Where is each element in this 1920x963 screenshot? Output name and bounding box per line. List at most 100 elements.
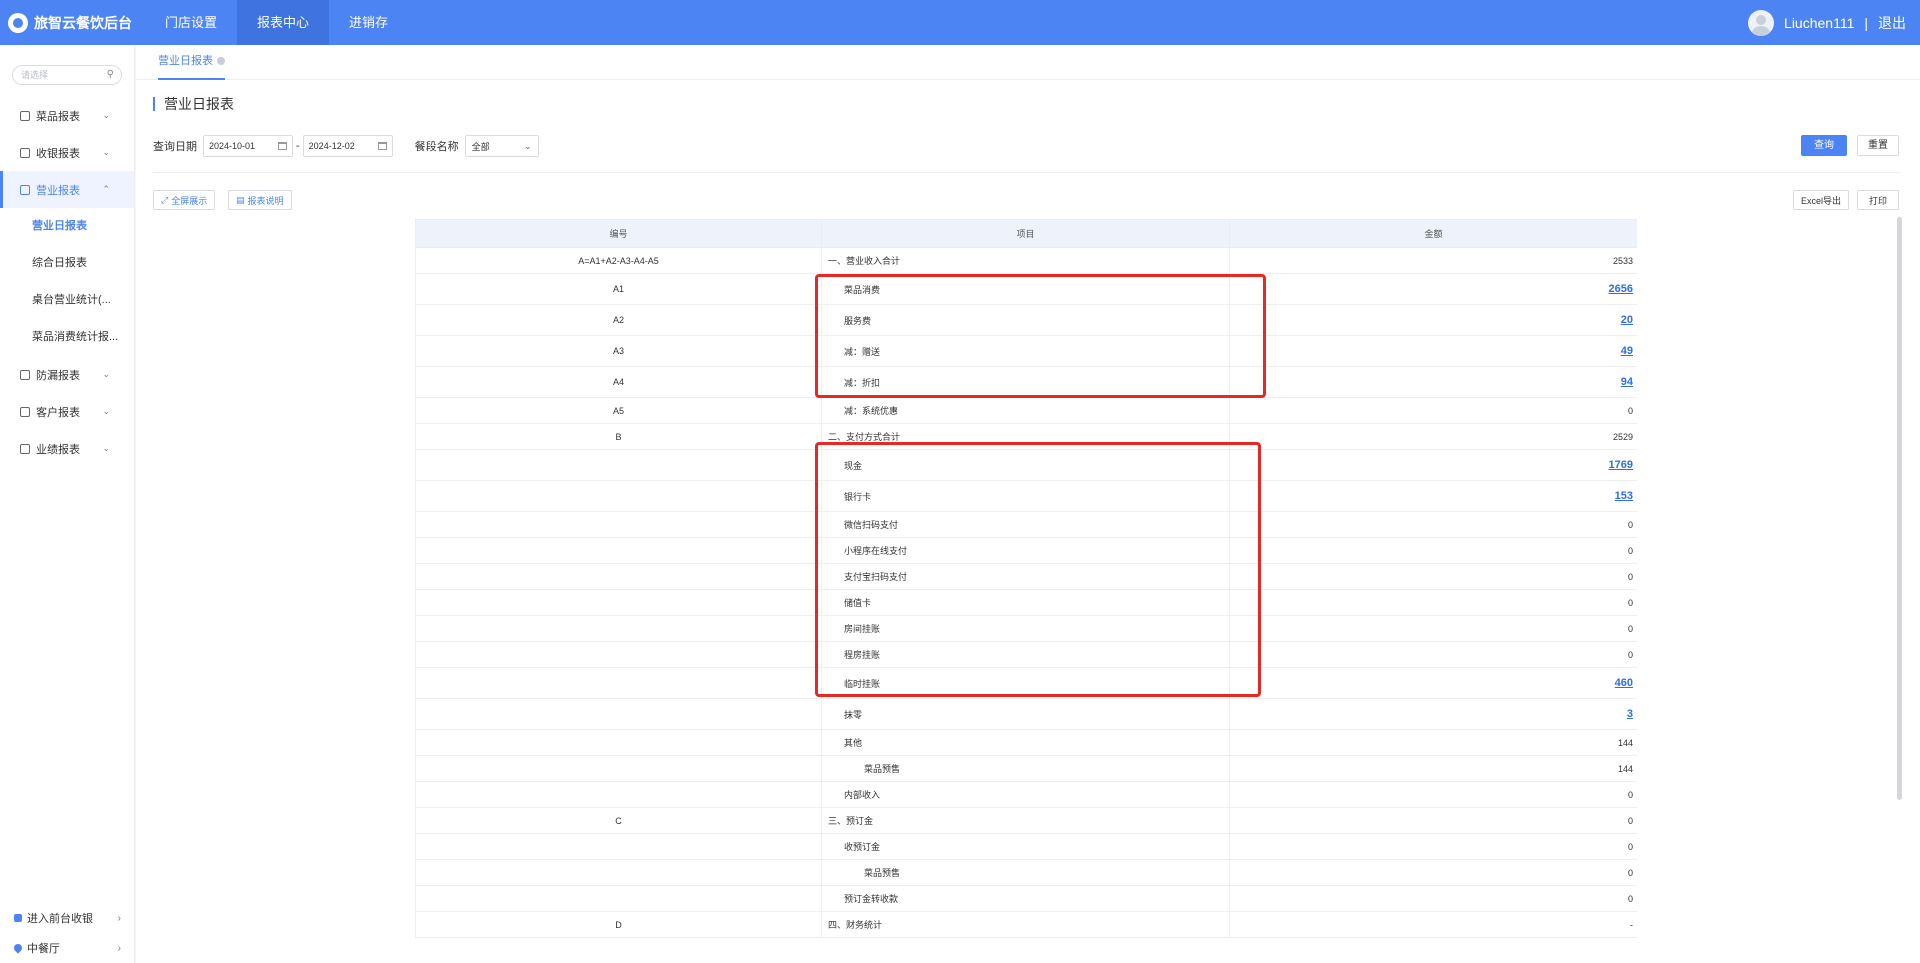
fullscreen-icon: ⤢ xyxy=(161,194,169,205)
chevron-down-icon: ⌄ xyxy=(102,110,110,120)
date-end-input[interactable]: 2024-12-02 xyxy=(302,135,393,157)
top-bar: 旅智云餐饮后台 门店设置 报表中心 进销存 Liuchen111 | 退出 xyxy=(0,0,1920,45)
report-table-wrap: 编号 项目 金额 A=A1+A2-A3-A4-A5 一、营业收入合计 2533 A1 菜… xyxy=(415,219,1637,963)
restaurant-switcher[interactable]: 中餐厅 › xyxy=(0,933,135,963)
table-row: 小程序在线支付 0 xyxy=(415,537,1637,564)
close-icon[interactable] xyxy=(217,57,225,66)
amount-link[interactable]: 2656 xyxy=(1229,273,1637,305)
column-header-code: 编号 xyxy=(415,219,822,248)
avatar[interactable] xyxy=(1748,9,1775,36)
tab-label: 营业日报表 xyxy=(158,55,213,67)
sidebar-subitem-table-stats[interactable]: 桌台营业统计(... xyxy=(0,282,134,319)
nav-report-center[interactable]: 报表中心 xyxy=(237,0,330,45)
cell-code xyxy=(415,589,822,616)
cell-amount: 0 xyxy=(1229,859,1637,886)
cell-item: 其他 xyxy=(821,729,1230,756)
table-row: 临时挂账 460 xyxy=(415,667,1637,699)
sidebar-subitem-dish-consumption[interactable]: 菜品消费统计报... xyxy=(0,319,134,356)
cell-item: 支付宝扫码支付 xyxy=(821,563,1230,590)
cell-code: A2 xyxy=(415,304,822,336)
sidebar-item-cashier-report[interactable]: 收银报表 ⌄ xyxy=(0,134,134,171)
cell-item: 储值卡 xyxy=(821,589,1230,616)
user-separator: | xyxy=(1864,14,1868,31)
performance-report-icon xyxy=(20,443,30,454)
print-button[interactable]: 打印 xyxy=(1857,190,1899,210)
search-icon[interactable]: ⚲ xyxy=(107,69,114,80)
cell-amount: 0 xyxy=(1229,781,1637,808)
table-row: A5 减：系统优惠 0 xyxy=(415,397,1637,424)
amount-link[interactable]: 460 xyxy=(1229,667,1637,699)
amount-link[interactable]: 153 xyxy=(1229,480,1637,512)
cell-code: A1 xyxy=(415,273,822,305)
cell-item: 三、预订金 xyxy=(821,807,1230,834)
sidebar-item-label: 防漏报表 xyxy=(36,369,80,382)
cell-item: 微信扫码支付 xyxy=(821,511,1230,538)
fullscreen-button[interactable]: ⤢ 全屏展示 xyxy=(153,190,216,210)
table-row: 内部收入 0 xyxy=(415,781,1637,808)
sidebar-item-customer-report[interactable]: 客户报表 ⌄ xyxy=(0,393,134,430)
amount-link[interactable]: 94 xyxy=(1229,366,1637,398)
tab-daily-business-report[interactable]: 营业日报表 xyxy=(158,45,225,80)
amount-link[interactable]: 20 xyxy=(1229,304,1637,336)
sidebar-item-label: 业绩报表 xyxy=(36,443,80,456)
report-desc-button[interactable]: ▤ 报表说明 xyxy=(228,190,292,210)
cell-item: 小程序在线支付 xyxy=(821,537,1230,564)
logout-link[interactable]: 退出 xyxy=(1878,13,1906,33)
cell-item: 一、营业收入合计 xyxy=(821,247,1230,274)
cell-code: A3 xyxy=(415,335,822,367)
tab-bar: 营业日报表 xyxy=(136,45,1920,80)
sidebar-item-business-report[interactable]: 营业报表 ⌃ xyxy=(0,171,134,208)
table-row: 菜品预售 0 xyxy=(415,859,1637,886)
chevron-down-icon: ⌄ xyxy=(102,406,110,416)
cell-amount: 0 xyxy=(1229,641,1637,668)
brand-logo-icon xyxy=(8,12,28,33)
main-content: 营业日报表 查询日期 2024-10-01 - 2024-12-02 餐段名称 … xyxy=(136,80,1920,963)
report-table-body: A=A1+A2-A3-A4-A5 一、营业收入合计 2533 A1 菜品消费 2656 A2… xyxy=(415,247,1637,938)
cell-code: B xyxy=(415,423,822,450)
chevron-down-icon: ⌄ xyxy=(102,369,110,379)
enter-front-cashier[interactable]: 进入前台收银 › xyxy=(0,903,135,933)
column-header-item: 项目 xyxy=(821,219,1230,248)
cell-item: 房间挂账 xyxy=(821,615,1230,642)
period-select-value: 全部 xyxy=(471,141,490,152)
amount-link[interactable]: 49 xyxy=(1229,335,1637,367)
brand[interactable]: 旅智云餐饮后台 xyxy=(0,0,135,45)
cell-code xyxy=(415,859,822,886)
nav-store-settings[interactable]: 门店设置 xyxy=(145,0,237,45)
cell-item: 程房挂账 xyxy=(821,641,1230,668)
sidebar-subitem-daily-business[interactable]: 营业日报表 xyxy=(0,208,134,245)
date-start-input[interactable]: 2024-10-01 xyxy=(203,135,293,157)
cell-code xyxy=(415,667,822,699)
cell-item: 抹零 xyxy=(821,698,1230,730)
filter-row: 查询日期 2024-10-01 - 2024-12-02 餐段名称 全部 ⌄ xyxy=(153,135,539,157)
excel-export-button[interactable]: Excel导出 xyxy=(1793,190,1850,210)
query-button[interactable]: 查询 xyxy=(1801,135,1847,156)
cell-amount: 0 xyxy=(1229,589,1637,616)
cell-code xyxy=(415,449,822,481)
cell-amount: 144 xyxy=(1229,755,1637,782)
chart-icon: ▤ xyxy=(236,194,245,205)
sidebar-subitem-daily-summary[interactable]: 综合日报表 xyxy=(0,245,134,282)
user-name[interactable]: Liuchen111 xyxy=(1784,15,1854,31)
sidebar-search-input[interactable] xyxy=(13,66,113,84)
calendar-icon xyxy=(377,142,387,150)
amount-link[interactable]: 1769 xyxy=(1229,449,1637,481)
sidebar-search: ⚲ xyxy=(12,65,122,85)
table-row: 菜品预售 144 xyxy=(415,755,1637,782)
table-scrollbar[interactable] xyxy=(1897,217,1902,800)
table-row: A2 服务费 20 xyxy=(415,304,1637,336)
chevron-down-icon: ⌄ xyxy=(102,147,110,157)
sidebar-item-performance-report[interactable]: 业绩报表 ⌄ xyxy=(0,430,134,467)
cell-amount: 0 xyxy=(1229,833,1637,860)
amount-link[interactable]: 3 xyxy=(1229,698,1637,730)
period-select[interactable]: 全部 ⌄ xyxy=(464,135,539,157)
nav-inventory[interactable]: 进销存 xyxy=(329,0,408,45)
report-table: 编号 项目 金额 A=A1+A2-A3-A4-A5 一、营业收入合计 2533 A1 菜… xyxy=(415,219,1637,938)
reset-button[interactable]: 重置 xyxy=(1857,135,1899,156)
fullscreen-label: 全屏展示 xyxy=(171,195,208,206)
cell-code xyxy=(415,698,822,730)
sidebar-item-leak-report[interactable]: 防漏报表 ⌄ xyxy=(0,356,134,393)
location-pin-icon xyxy=(12,942,24,954)
sidebar-item-dish-report[interactable]: 菜品报表 ⌄ xyxy=(0,97,134,134)
table-row: 银行卡 153 xyxy=(415,480,1637,512)
